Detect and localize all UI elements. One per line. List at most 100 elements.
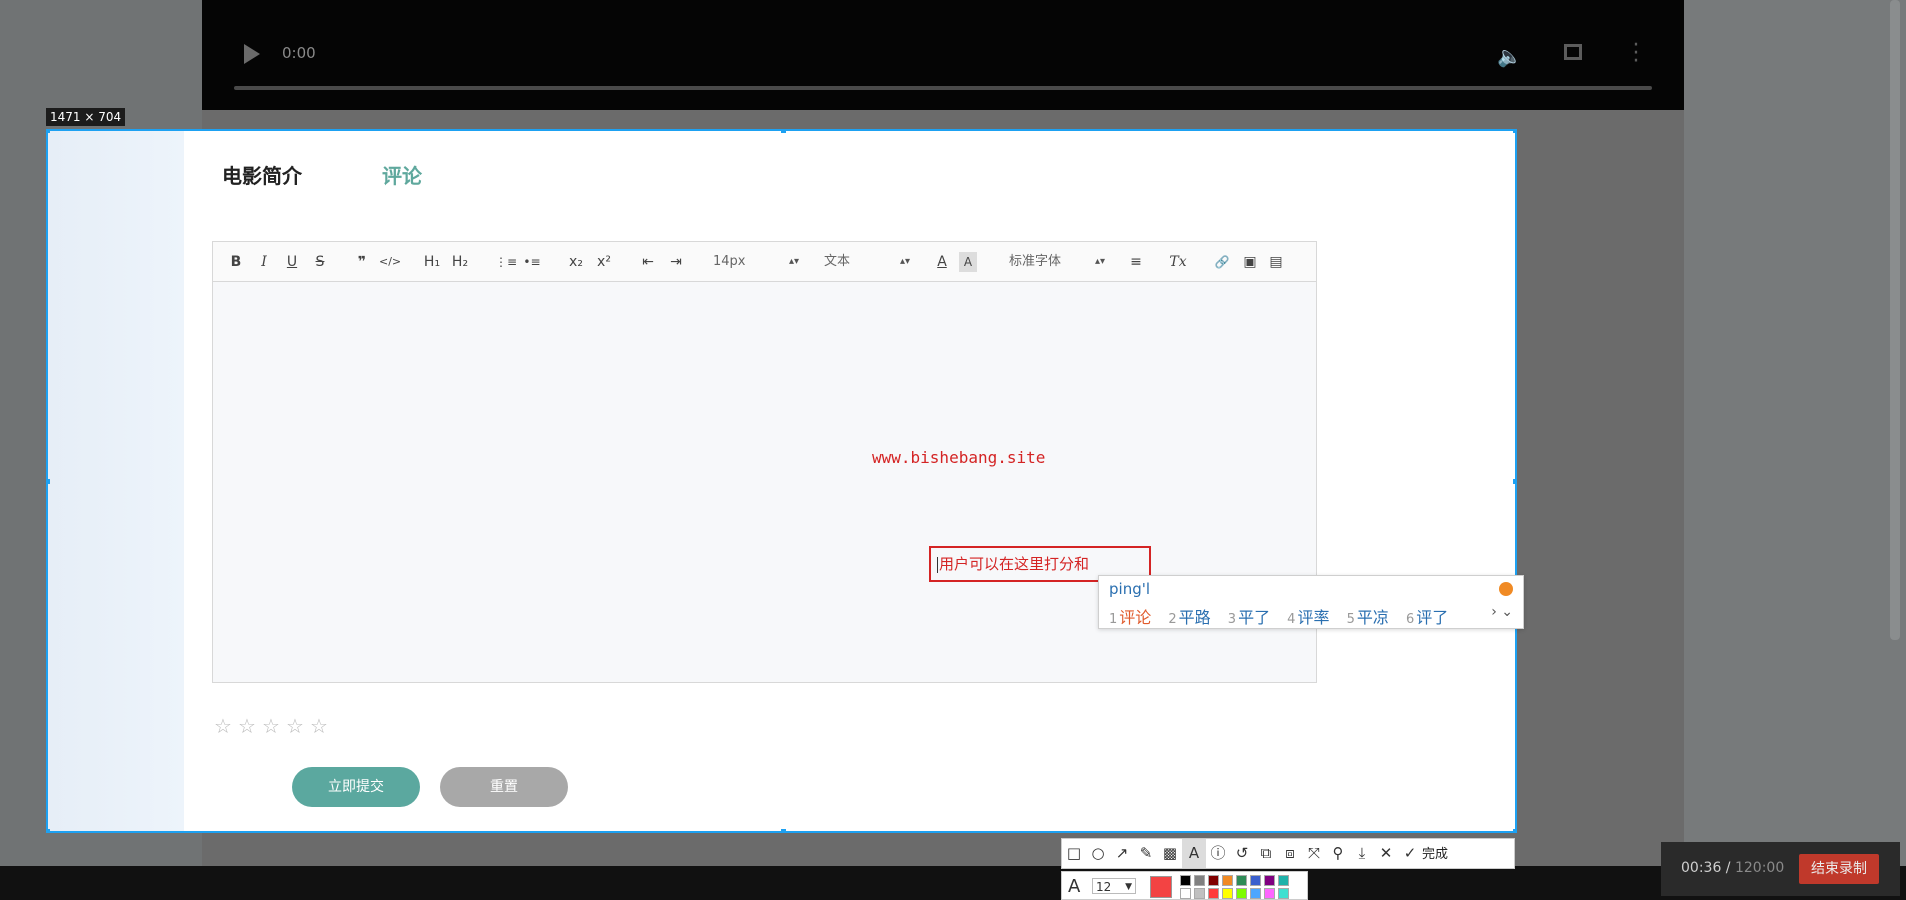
palette-color-swatch[interactable]	[1278, 875, 1289, 886]
background-color-button[interactable]: A	[959, 252, 977, 272]
resize-handle[interactable]	[1513, 131, 1515, 133]
quote-button[interactable]: ❞	[353, 252, 371, 272]
font-icon: A	[1068, 876, 1081, 897]
palette-color-swatch[interactable]	[1208, 875, 1219, 886]
bold-button[interactable]: B	[227, 252, 245, 272]
resize-handle[interactable]	[1513, 829, 1515, 831]
resize-handle[interactable]	[48, 479, 50, 484]
superscript-button[interactable]: x²	[595, 252, 613, 272]
ime-candidate[interactable]: 4 评率	[1287, 608, 1329, 627]
close-icon[interactable]: ✕	[1374, 839, 1398, 868]
star-icon[interactable]: ☆	[286, 714, 310, 738]
check-icon[interactable]: ✓	[1398, 839, 1422, 868]
ime-candidate-window[interactable]: ping'l 1 评论 2 平路 3 平了 4 评率 5 平凉 6 评了 › ⌄	[1098, 575, 1524, 629]
link-button[interactable]: 🔗	[1213, 252, 1231, 272]
ime-logo-icon	[1499, 582, 1513, 596]
done-button[interactable]: 完成	[1422, 840, 1448, 869]
h2-button[interactable]: H₂	[451, 252, 469, 272]
resize-handle[interactable]	[781, 829, 786, 831]
resize-handle[interactable]	[1513, 479, 1515, 484]
reset-button[interactable]: 重置	[440, 767, 568, 807]
italic-button[interactable]: I	[255, 252, 273, 272]
h1-button[interactable]: H₁	[423, 252, 441, 272]
pin-icon[interactable]: ⚲	[1326, 839, 1350, 868]
indent-button[interactable]: ⇥	[667, 252, 685, 272]
font-size-value: 14px	[713, 254, 746, 269]
current-color-swatch[interactable]	[1150, 876, 1172, 898]
long-screenshot-icon[interactable]: ⤧	[1302, 839, 1326, 868]
ime-next-page-icon[interactable]: › ⌄	[1491, 604, 1513, 620]
number-tool-icon[interactable]: ⓘ	[1206, 839, 1230, 868]
resize-handle[interactable]	[48, 829, 50, 831]
selection-dimension-label: 1471 × 704	[46, 108, 126, 126]
mosaic-tool-icon[interactable]: ▩	[1158, 839, 1182, 868]
font-family-select[interactable]: 标准字体 ▴▾	[1009, 252, 1105, 272]
tab-comment[interactable]: 评论	[382, 160, 422, 189]
palette-color-swatch[interactable]	[1208, 888, 1219, 899]
paragraph-select[interactable]: 文本 ▴▾	[824, 252, 910, 272]
ocr-icon[interactable]: ⧉	[1254, 839, 1278, 868]
outdent-button[interactable]: ⇤	[639, 252, 657, 272]
align-button[interactable]: ≡	[1127, 252, 1145, 272]
palette-color-swatch[interactable]	[1222, 875, 1233, 886]
play-icon[interactable]	[244, 44, 260, 64]
volume-icon[interactable]: 🔈	[1497, 44, 1522, 68]
pencil-tool-icon[interactable]: ✎	[1134, 839, 1158, 868]
palette-color-swatch[interactable]	[1222, 888, 1233, 899]
ime-candidate[interactable]: 2 平路	[1168, 608, 1210, 627]
palette-color-swatch[interactable]	[1236, 888, 1247, 899]
resize-handle[interactable]	[781, 131, 786, 133]
undo-icon[interactable]: ↺	[1230, 839, 1254, 868]
underline-button[interactable]: U	[283, 252, 301, 272]
bullet-list-button[interactable]: •≡	[523, 252, 541, 272]
video-button[interactable]: ▤	[1267, 252, 1285, 272]
palette-color-swatch[interactable]	[1264, 888, 1275, 899]
video-progress-bar[interactable]	[234, 86, 1652, 90]
total-time: 120:00	[1734, 860, 1785, 876]
font-size-select[interactable]: 14px ▴▾	[713, 252, 799, 272]
video-player[interactable]: 0:00 🔈 · · ·	[202, 0, 1684, 110]
palette-color-swatch[interactable]	[1264, 875, 1275, 886]
strike-button[interactable]: S	[311, 252, 329, 272]
resize-handle[interactable]	[48, 131, 50, 133]
palette-color-swatch[interactable]	[1194, 888, 1205, 899]
code-block-button[interactable]: </>	[379, 252, 401, 272]
submit-button[interactable]: 立即提交	[292, 767, 420, 807]
palette-color-swatch[interactable]	[1180, 888, 1191, 899]
more-options-icon[interactable]: · · ·	[1632, 35, 1640, 73]
select-arrows-icon: ▴▾	[899, 256, 910, 267]
font-color-button[interactable]: A	[933, 252, 951, 272]
font-size-dropdown[interactable]: 12 ▼	[1092, 878, 1136, 894]
download-icon[interactable]: ⤓	[1350, 839, 1374, 868]
ime-candidate[interactable]: 1 评论	[1109, 608, 1151, 627]
stop-recording-button[interactable]: 结束录制	[1799, 854, 1879, 884]
fullscreen-icon[interactable]	[1564, 44, 1582, 60]
star-rating[interactable]: ☆ ☆ ☆ ☆ ☆	[214, 714, 334, 738]
palette-color-swatch[interactable]	[1180, 875, 1191, 886]
subscript-button[interactable]: x₂	[567, 252, 585, 272]
palette-color-swatch[interactable]	[1194, 875, 1205, 886]
star-icon[interactable]: ☆	[310, 714, 334, 738]
star-icon[interactable]: ☆	[262, 714, 286, 738]
ellipse-tool-icon[interactable]: ○	[1086, 839, 1110, 868]
palette-color-swatch[interactable]	[1250, 888, 1261, 899]
ime-candidate[interactable]: 3 平了	[1228, 608, 1270, 627]
palette-color-swatch[interactable]	[1236, 875, 1247, 886]
palette-color-swatch[interactable]	[1278, 888, 1289, 899]
page-scrollbar[interactable]	[1890, 0, 1900, 640]
rectangle-tool-icon[interactable]: □	[1062, 839, 1086, 868]
star-icon[interactable]: ☆	[238, 714, 262, 738]
clear-format-button[interactable]: Tx	[1169, 252, 1187, 272]
ime-candidate[interactable]: 6 评了	[1406, 608, 1448, 627]
palette-color-swatch[interactable]	[1250, 875, 1261, 886]
translate-icon[interactable]: ⧈	[1278, 839, 1302, 868]
dimmed-background-right	[1684, 0, 1906, 900]
arrow-tool-icon[interactable]: ↗	[1110, 839, 1134, 868]
ime-candidate[interactable]: 5 平凉	[1347, 608, 1389, 627]
image-button[interactable]: ▣	[1241, 252, 1259, 272]
annotation-text: 用户可以在这里打分和	[939, 555, 1090, 573]
star-icon[interactable]: ☆	[214, 714, 238, 738]
text-tool-icon[interactable]: A	[1182, 839, 1206, 868]
tab-movie-intro[interactable]: 电影简介	[222, 160, 302, 189]
ordered-list-button[interactable]: ⋮≡	[495, 252, 517, 272]
